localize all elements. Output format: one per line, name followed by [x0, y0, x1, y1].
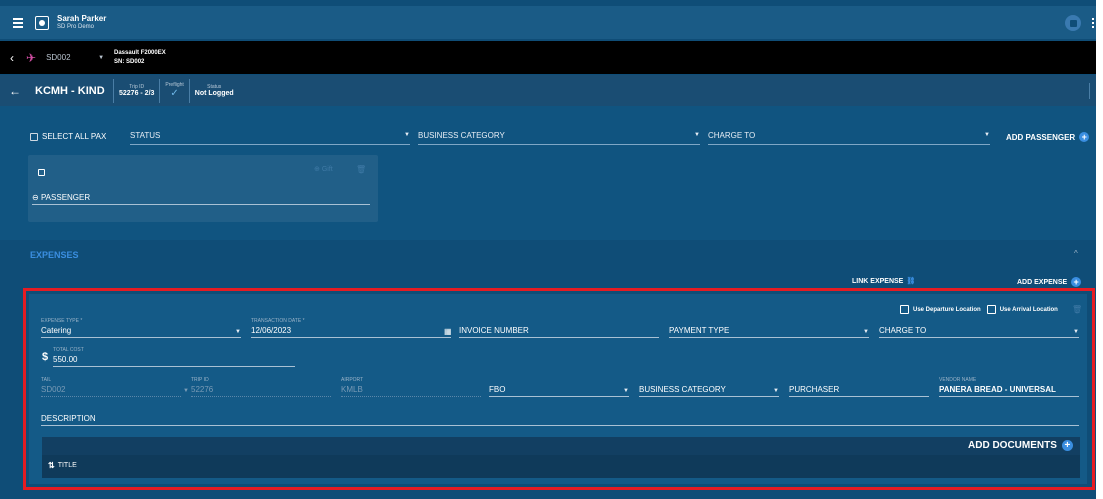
trip-id-cell: Trip ID 52276 - 2/3 [113, 78, 159, 103]
passenger-field[interactable]: ⊖ PASSENGER [32, 193, 370, 205]
charge-to-label: CHARGE TO [708, 131, 756, 140]
status-cell: Status Not Logged [188, 78, 239, 103]
passenger-field-label: PASSENGER [40, 193, 91, 202]
highlight-frame [23, 288, 1095, 490]
gift-action[interactable]: ⊕ Gift [314, 165, 333, 173]
link-expense-label: LINK EXPENSE [852, 278, 904, 285]
aircraft-model: Dassault F2000EX [114, 49, 166, 56]
divider [1089, 83, 1090, 99]
preflight-cell: Preflight ✓ [159, 78, 188, 103]
checkmark-icon: ✓ [170, 88, 179, 99]
tail-select[interactable]: SD002 [46, 53, 98, 62]
trash-icon[interactable]: 🗑 [356, 165, 366, 174]
chevron-down-icon: ▼ [694, 132, 700, 138]
plus-circle-icon: + [1071, 277, 1082, 287]
expenses-title: EXPENSES [30, 250, 79, 260]
aircraft-bar: ‹ ✈ SD002 ▼ Dassault F2000EX SN: SD002 [0, 41, 1096, 74]
top-bar: Sarah Parker SD Pro Demo [0, 6, 1096, 39]
app-window: Sarah Parker SD Pro Demo ‹ ✈ SD002 ▼ Das… [0, 0, 1096, 499]
hamburger-menu-icon[interactable] [13, 17, 23, 28]
status-dropdown-label: STATUS [130, 131, 161, 140]
plus-circle-icon: + [1079, 132, 1090, 142]
select-all-checkbox[interactable] [30, 132, 38, 141]
save-icon [1069, 19, 1077, 27]
airplane-icon: ✈ [26, 50, 37, 65]
chevron-up-icon[interactable]: ^ [1074, 249, 1078, 258]
business-category-dropdown[interactable]: BUSINESS CATEGORY ▼ [418, 131, 700, 145]
add-passenger-label: ADD PASSENGER [1006, 132, 1076, 142]
gift-action-label: Gift [321, 166, 333, 173]
passenger-card: ⊕ Gift 🗑 ⊖ PASSENGER [28, 155, 378, 222]
back-arrow-icon[interactable]: ← [9, 84, 21, 98]
link-expense-button[interactable]: LINK EXPENSE ⛓ [852, 277, 915, 285]
chevron-down-icon: ▼ [404, 132, 410, 138]
chevron-down-icon[interactable]: ▼ [98, 55, 104, 61]
trip-id-value: 52276 - 2/3 [119, 90, 155, 97]
trip-route: KCMH - KIND [35, 84, 105, 97]
trip-bar: ← KCMH - KIND Trip ID 52276 - 2/3 Prefli… [0, 75, 1096, 106]
add-expense-label: ADD EXPENSE [1017, 278, 1068, 286]
user-info: Sarah Parker SD Pro Demo [57, 14, 106, 32]
business-category-label: BUSINESS CATEGORY [418, 131, 505, 140]
add-expense-button[interactable]: ADD EXPENSE + [1017, 277, 1082, 287]
link-icon: ⛓ [906, 278, 916, 285]
aircraft-info: Dassault F2000EX SN: SD002 [114, 49, 166, 67]
user-profile-icon[interactable] [35, 15, 49, 30]
org-name: SD Pro Demo [57, 23, 95, 30]
save-button[interactable] [1065, 15, 1081, 31]
select-all-pax[interactable]: SELECT ALL PAX [30, 132, 106, 141]
more-options-icon[interactable] [1092, 18, 1094, 28]
aircraft-serial: SN: SD002 [114, 58, 145, 65]
user-name: Sarah Parker [57, 13, 107, 23]
chevron-left-icon[interactable]: ‹ [10, 51, 14, 65]
chevron-down-icon: ▼ [984, 132, 990, 138]
passenger-checkbox[interactable] [38, 169, 45, 176]
select-all-label: SELECT ALL PAX [42, 132, 107, 141]
status-dropdown[interactable]: STATUS ▼ [130, 131, 410, 145]
window-gutter [1096, 0, 1103, 499]
status-value: Not Logged [194, 90, 234, 97]
add-passenger-button[interactable]: ADD PASSENGER + [1006, 132, 1090, 142]
charge-to-dropdown[interactable]: CHARGE TO ▼ [708, 131, 990, 145]
